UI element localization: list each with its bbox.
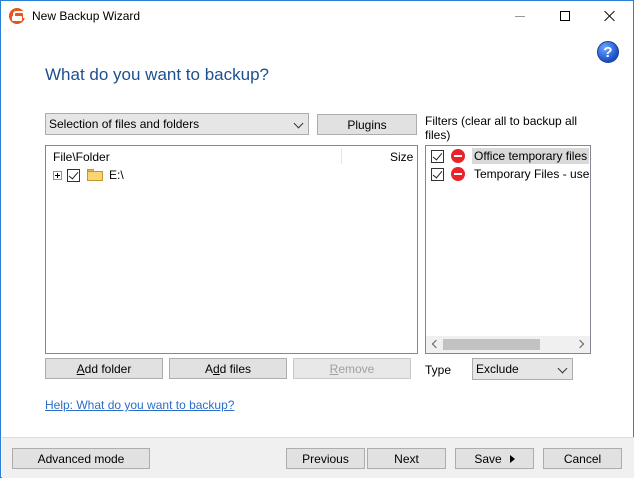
filter-checkbox[interactable] [431, 167, 444, 181]
tree-item-label: E:\ [109, 168, 124, 182]
filter-type-select[interactable]: Exclude [472, 358, 573, 380]
filter-item[interactable]: Office temporary files [431, 147, 590, 165]
help-link[interactable]: Help: What do you want to backup? [45, 398, 234, 412]
app-logo-icon [9, 8, 25, 24]
scrollbar-thumb[interactable] [443, 339, 540, 350]
page-title: What do you want to backup? [45, 65, 269, 84]
add-folder-button[interactable]: Add folder [45, 358, 163, 379]
source-type-value: Selection of files and folders [49, 117, 200, 131]
minimize-icon [515, 15, 525, 17]
exclude-icon [451, 149, 465, 163]
advanced-mode-button[interactable]: Advanced mode [12, 448, 150, 469]
tree-item-checkbox[interactable] [67, 168, 80, 182]
add-files-label: d files [219, 361, 252, 376]
close-button[interactable] [587, 1, 633, 31]
add-folder-accesskey: A [76, 361, 85, 376]
tree-header: File\Folder Size [46, 146, 417, 166]
expand-icon[interactable] [53, 170, 62, 180]
chevron-down-icon [557, 363, 568, 374]
next-button[interactable]: Next [367, 448, 446, 469]
title-bar: New Backup Wizard [1, 1, 633, 31]
exclude-icon [451, 167, 465, 181]
filter-label: Office temporary files [472, 148, 590, 164]
window-title: New Backup Wizard [32, 9, 141, 23]
scroll-left-icon[interactable] [431, 339, 441, 349]
previous-button[interactable]: Previous [286, 448, 365, 469]
type-label: Type [425, 363, 452, 377]
wizard-window: New Backup Wizard ? What do you want to … [0, 0, 634, 478]
help-icon[interactable]: ? [597, 41, 619, 63]
horizontal-scrollbar[interactable] [426, 336, 590, 353]
scroll-right-icon[interactable] [575, 339, 585, 349]
add-files-button[interactable]: Add files [169, 358, 287, 379]
tree-item[interactable]: E:\ [53, 167, 124, 183]
chevron-down-icon [293, 118, 304, 129]
filter-label: Temporary Files - use a [474, 167, 590, 181]
filters-list[interactable]: Office temporary files Temporary Files -… [425, 145, 591, 354]
remove-accesskey: R [329, 361, 339, 376]
cancel-button[interactable]: Cancel [543, 448, 622, 469]
column-header-size[interactable]: Size [390, 150, 413, 164]
filter-type-value: Exclude [476, 362, 519, 376]
column-header-file-folder[interactable]: File\Folder [53, 150, 110, 164]
dropdown-arrow-icon[interactable] [509, 454, 515, 463]
add-files-label-start: A [204, 361, 213, 376]
save-label: Save [474, 451, 502, 466]
add-folder-label: dd folder [84, 361, 132, 376]
column-divider[interactable] [341, 148, 342, 164]
filter-checkbox[interactable] [431, 149, 444, 163]
folder-icon [87, 169, 103, 181]
close-icon [604, 10, 616, 22]
filters-label: Filters (clear all to backup all files) [425, 114, 578, 142]
remove-label: emove [338, 361, 375, 376]
filter-item[interactable]: Temporary Files - use a [431, 165, 590, 183]
minimize-button[interactable] [497, 1, 543, 31]
file-tree[interactable]: File\Folder Size E:\ [45, 145, 418, 354]
maximize-button[interactable] [542, 1, 588, 31]
plugins-button[interactable]: Plugins [317, 114, 417, 135]
remove-button[interactable]: Remove [293, 358, 411, 379]
add-files-accesskey: d [212, 361, 220, 376]
maximize-icon [560, 11, 570, 21]
save-button[interactable]: Save [455, 448, 534, 469]
source-type-select[interactable]: Selection of files and folders [45, 113, 309, 135]
